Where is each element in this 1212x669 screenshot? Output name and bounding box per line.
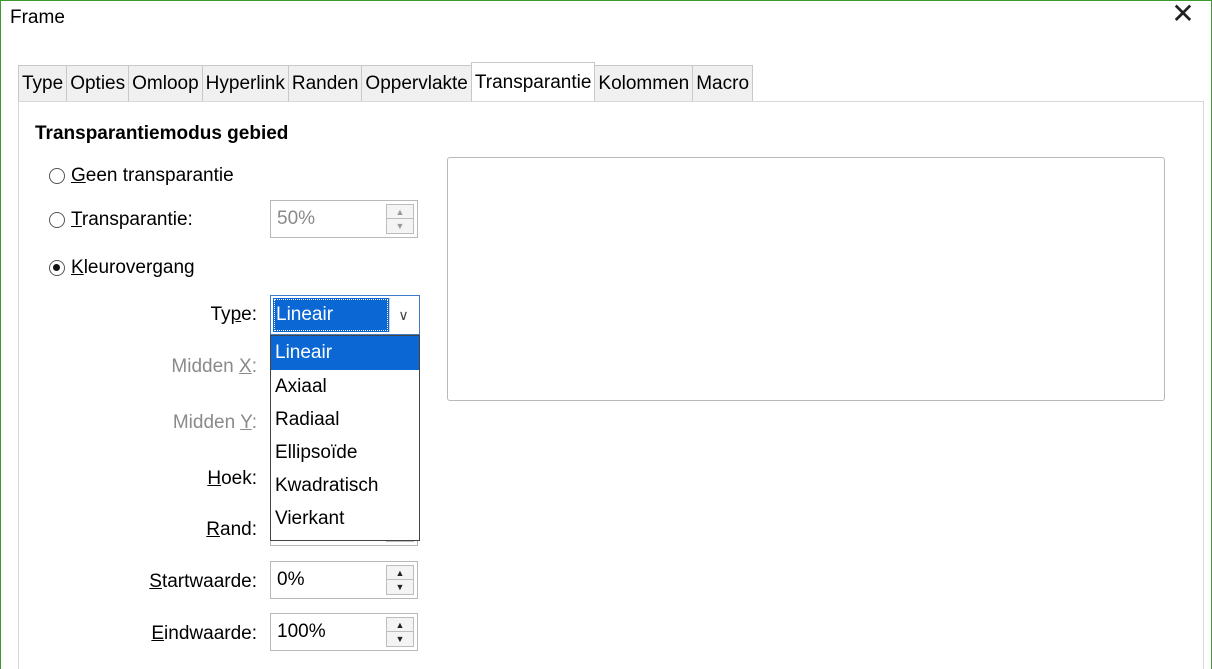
type-dropdown-list: Lineair Axiaal Radiaal Ellipsoïde Kwadra…	[270, 335, 420, 541]
preview-area	[447, 157, 1165, 401]
spin-down-icon[interactable]: ▼	[387, 580, 413, 594]
end-value-label: Eindwaarde:	[151, 623, 257, 644]
transparency-value: 50%	[277, 208, 316, 229]
radio-transparency-label: Transparantie:	[71, 209, 193, 230]
center-x-label: Midden X:	[171, 356, 257, 377]
section-title: Transparantiemodus gebied	[35, 123, 289, 144]
transparency-spinbox[interactable]: 50% ▲ ▼	[270, 200, 418, 238]
spin-buttons: ▲ ▼	[386, 565, 414, 595]
spin-down-icon[interactable]: ▼	[387, 632, 413, 646]
tab-bar: Type Opties Omloop Hyperlink Randen Oppe…	[18, 62, 754, 101]
tab-randen[interactable]: Randen	[287, 65, 363, 101]
spin-down-icon[interactable]: ▼	[387, 219, 413, 233]
spin-buttons: ▲ ▼	[386, 617, 414, 647]
chevron-down-icon[interactable]: ∨	[389, 298, 417, 332]
border-label: Rand:	[206, 519, 257, 540]
radio-gradient-label: Kleurovergang	[71, 257, 195, 278]
type-selected-value: Lineair	[273, 298, 389, 332]
radio-gradient[interactable]: Kleurovergang	[49, 257, 195, 279]
tab-transparantie[interactable]: Transparantie	[470, 62, 596, 100]
spin-up-icon[interactable]: ▲	[387, 618, 413, 632]
start-value-label: Startwaarde:	[149, 571, 257, 592]
radio-transparency[interactable]: Transparantie:	[49, 209, 193, 231]
option-lineair[interactable]: Lineair	[271, 336, 419, 370]
tab-type[interactable]: Type	[18, 65, 68, 101]
spin-buttons: ▲ ▼	[386, 204, 414, 234]
option-axiaal[interactable]: Axiaal	[271, 370, 419, 403]
tab-opties[interactable]: Opties	[66, 65, 130, 101]
radio-icon[interactable]	[49, 212, 65, 228]
option-kwadratisch[interactable]: Kwadratisch	[271, 469, 419, 502]
tab-macro[interactable]: Macro	[692, 65, 754, 101]
close-icon[interactable]: ✕	[1169, 0, 1197, 30]
spin-up-icon[interactable]: ▲	[387, 205, 413, 219]
dialog-title: Frame	[10, 7, 65, 28]
option-ellipsoide[interactable]: Ellipsoïde	[271, 436, 419, 469]
type-label: Type:	[210, 304, 258, 325]
start-value: 0%	[277, 569, 305, 590]
radio-no-transparency[interactable]: Geen transparantie	[49, 165, 234, 187]
tab-hyperlink[interactable]: Hyperlink	[201, 65, 289, 101]
radio-icon[interactable]	[49, 168, 65, 184]
end-value-spinbox[interactable]: 100% ▲ ▼	[270, 613, 418, 651]
center-y-label: Midden Y:	[172, 412, 257, 433]
option-radiaal[interactable]: Radiaal	[271, 403, 419, 436]
angle-label: Hoek:	[207, 468, 257, 489]
tab-kolommen[interactable]: Kolommen	[594, 65, 694, 101]
end-value: 100%	[277, 621, 326, 642]
spin-up-icon[interactable]: ▲	[387, 566, 413, 580]
tab-oppervlakte[interactable]: Oppervlakte	[361, 65, 472, 101]
radio-icon[interactable]	[49, 260, 65, 276]
option-vierkant[interactable]: Vierkant	[271, 502, 419, 535]
radio-no-transparency-label: Geen transparantie	[71, 165, 234, 186]
frame-dialog: Frame ✕ Type Opties Omloop Hyperlink Ran…	[0, 0, 1212, 669]
type-combobox[interactable]: Lineair ∨	[270, 295, 420, 335]
start-value-spinbox[interactable]: 0% ▲ ▼	[270, 561, 418, 599]
tab-omloop[interactable]: Omloop	[128, 65, 203, 101]
